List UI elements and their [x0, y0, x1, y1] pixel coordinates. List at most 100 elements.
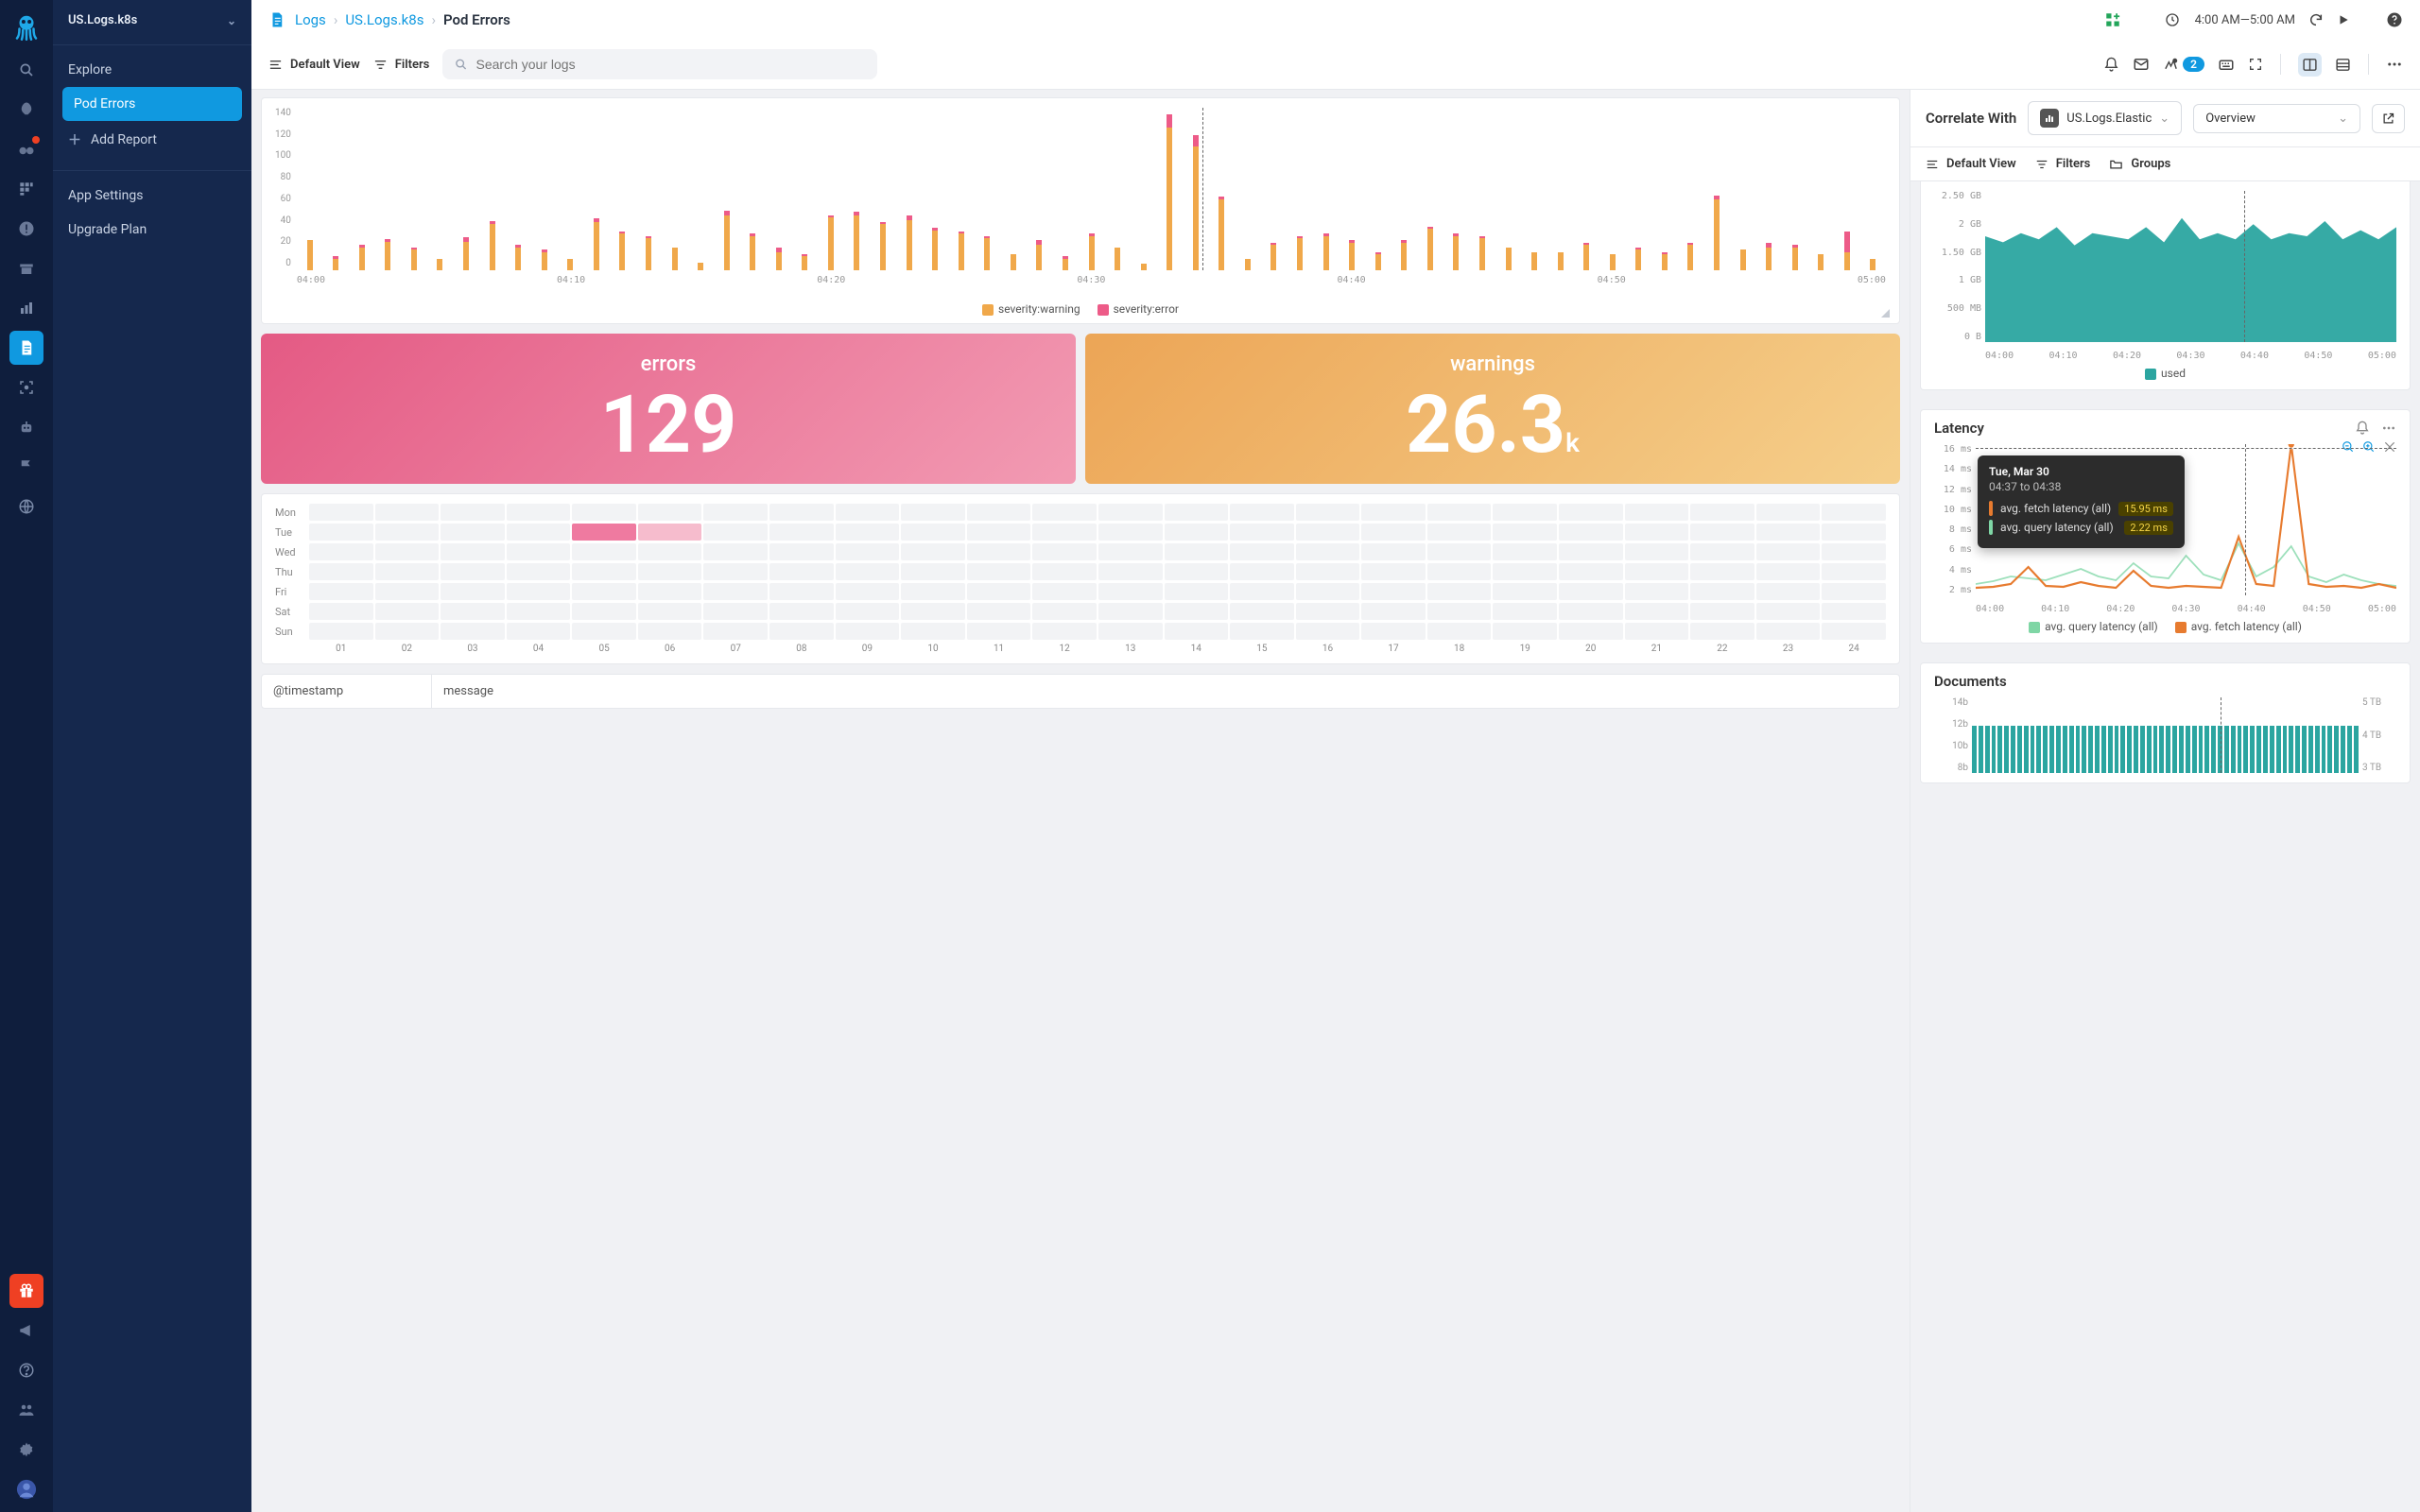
right-pane: Correlate With US.Logs.Elastic ⌄ Overvie… — [1910, 90, 2420, 1512]
severity-x-axis: 04:0004:1004:2004:3004:4004:5005:00 — [297, 275, 1886, 285]
correlate-label: Correlate With — [1926, 110, 2016, 127]
rail-focus-icon[interactable] — [9, 370, 43, 404]
rail-team-icon[interactable] — [9, 1393, 43, 1427]
cursor-line — [1202, 108, 1203, 270]
default-view-button[interactable]: Default View — [268, 58, 360, 72]
play-icon[interactable] — [2337, 13, 2350, 26]
chevron-down-icon: ⌄ — [2338, 112, 2348, 126]
documents-chart-card: Documents 14b12b10b8b 5 TB4 TB3 TB — [1920, 662, 2411, 783]
rail-bot-icon[interactable] — [9, 410, 43, 444]
rail-grid-icon[interactable] — [9, 172, 43, 206]
split-view-icon[interactable] — [2298, 53, 2322, 77]
latency-title: Latency — [1934, 420, 1984, 437]
rail-gift-icon[interactable] — [9, 1274, 43, 1308]
correlate-bar: Correlate With US.Logs.Elastic ⌄ Overvie… — [1910, 90, 2420, 147]
rail-chart-icon[interactable] — [9, 291, 43, 325]
left-pane: 140120100806040200 04:0004:1004:2004:300… — [251, 90, 1910, 1512]
memory-plot — [1985, 191, 2396, 342]
breadcrumb: Logs › US.Logs.k8s › Pod Errors — [295, 11, 510, 28]
log-table: @timestamp message — [261, 674, 1900, 709]
doc-icon — [268, 11, 285, 28]
zoom-out-icon[interactable] — [2342, 440, 2355, 454]
documents-y-right: 5 TB4 TB3 TB — [2362, 697, 2396, 773]
app-title: US.Logs.k8s — [68, 13, 137, 27]
breadcrumb-logs[interactable]: Logs — [295, 11, 326, 28]
rail-search-icon[interactable] — [9, 53, 43, 87]
rail-megaphone-icon[interactable] — [9, 1314, 43, 1348]
fullscreen-icon[interactable] — [2248, 57, 2263, 72]
content-split: 140120100806040200 04:0004:1004:2004:300… — [251, 90, 2420, 1512]
icon-rail — [0, 0, 53, 1512]
rail-settings-icon[interactable] — [9, 1433, 43, 1467]
sidebar-item-pod-errors[interactable]: Pod Errors — [62, 87, 242, 121]
rail-avatar-icon[interactable] — [9, 1472, 43, 1506]
more-icon[interactable] — [2381, 421, 2396, 436]
bell-icon[interactable] — [2103, 57, 2119, 73]
cursor-line — [2244, 191, 2245, 342]
rail-archive-icon[interactable] — [9, 251, 43, 285]
help-icon[interactable] — [2386, 11, 2403, 28]
sidebar-upgrade-plan[interactable]: Upgrade Plan — [53, 213, 251, 247]
search-icon — [454, 57, 468, 72]
anomaly-icon[interactable]: 2 — [2163, 57, 2204, 73]
plus-icon: ＋ — [68, 130, 81, 149]
filters-button[interactable]: Filters — [373, 58, 430, 72]
sidebar-add-report[interactable]: ＋Add Report — [53, 121, 251, 159]
severity-y-axis: 140120100806040200 — [275, 108, 297, 268]
breadcrumb-current: Pod Errors — [443, 11, 510, 28]
logo-icon — [9, 9, 43, 43]
sidebar-item-explore[interactable]: Explore — [53, 53, 251, 87]
main: Logs › US.Logs.k8s › Pod Errors 4:00 AM—… — [251, 0, 2420, 1512]
reset-zoom-icon[interactable] — [2383, 440, 2396, 454]
correlate-toolbar: Default View Filters Groups — [1910, 147, 2420, 181]
bar-chart-icon — [2040, 109, 2059, 128]
rail-globe-icon[interactable] — [9, 490, 43, 524]
zoom-in-icon[interactable] — [2362, 440, 2376, 454]
warnings-tile: warnings 26.3k — [1085, 334, 1900, 484]
app-selector[interactable]: US.Logs.k8s ⌄ — [53, 0, 251, 41]
list-view-icon[interactable] — [2335, 57, 2351, 73]
chevron-down-icon: ⌄ — [227, 14, 236, 27]
cursor-line — [2245, 444, 2246, 595]
sidebar: US.Logs.k8s ⌄ Explore Pod Errors ＋Add Re… — [53, 0, 251, 1512]
latency-x-axis: 04:0004:1004:2004:3004:4004:5005:00 — [1976, 604, 2396, 614]
errors-tile: errors 129 — [261, 334, 1076, 484]
refresh-icon[interactable] — [2308, 12, 2324, 27]
col-message[interactable]: message — [432, 675, 505, 708]
rail-logs-icon[interactable] — [9, 331, 43, 365]
correlate-filters[interactable]: Filters — [2035, 157, 2091, 171]
add-widget-icon[interactable] — [2104, 11, 2121, 28]
correlate-groups[interactable]: Groups — [2109, 157, 2170, 171]
correlate-default-view[interactable]: Default View — [1926, 157, 2016, 171]
col-timestamp[interactable]: @timestamp — [262, 675, 432, 708]
correlate-source-dropdown[interactable]: US.Logs.Elastic ⌄ — [2028, 101, 2182, 135]
search-input[interactable] — [442, 49, 877, 79]
rail-rocket-icon[interactable] — [9, 93, 43, 127]
severity-legend: severity:warning severity:error — [275, 297, 1886, 316]
breadcrumb-app[interactable]: US.Logs.k8s — [345, 11, 424, 28]
rail-help-icon[interactable] — [9, 1353, 43, 1387]
toolbar: Default View Filters 2 — [251, 40, 2420, 90]
rail-flag-icon[interactable] — [9, 450, 43, 484]
documents-y-left: 14b12b10b8b — [1934, 697, 1968, 773]
chevron-down-icon: ⌄ — [2159, 112, 2169, 126]
rail-alert-icon[interactable] — [9, 212, 43, 246]
resize-handle-icon[interactable] — [1881, 309, 1890, 318]
sidebar-app-settings[interactable]: App Settings — [53, 179, 251, 213]
correlate-view-dropdown[interactable]: Overview ⌄ — [2193, 104, 2360, 133]
memory-chart-card: 2.50 GB2 GB1.50 GB1 GB500 MB0 B 04:0004:… — [1920, 181, 2411, 390]
bell-icon[interactable] — [2355, 421, 2370, 436]
latency-y-axis: 16 ms14 ms12 ms10 ms8 ms6 ms4 ms2 ms — [1934, 444, 1972, 595]
heatmap-card: MonTueWedThuFriSatSun0102030405060708091… — [261, 493, 1900, 664]
anomaly-badge: 2 — [2183, 57, 2204, 72]
latency-legend: avg. query latency (all) avg. fetch late… — [1934, 614, 2396, 633]
time-range[interactable]: 4:00 AM—5:00 AM — [2165, 12, 2295, 27]
rail-binoculars-icon[interactable] — [9, 132, 43, 166]
mail-icon[interactable] — [2133, 56, 2150, 73]
documents-bars — [1972, 703, 2359, 773]
documents-title: Documents — [1934, 673, 2007, 690]
keyboard-icon[interactable] — [2218, 56, 2235, 73]
top-bar: Logs › US.Logs.k8s › Pod Errors 4:00 AM—… — [251, 0, 2420, 40]
more-icon[interactable] — [2386, 56, 2403, 73]
popout-icon[interactable] — [2372, 104, 2405, 133]
